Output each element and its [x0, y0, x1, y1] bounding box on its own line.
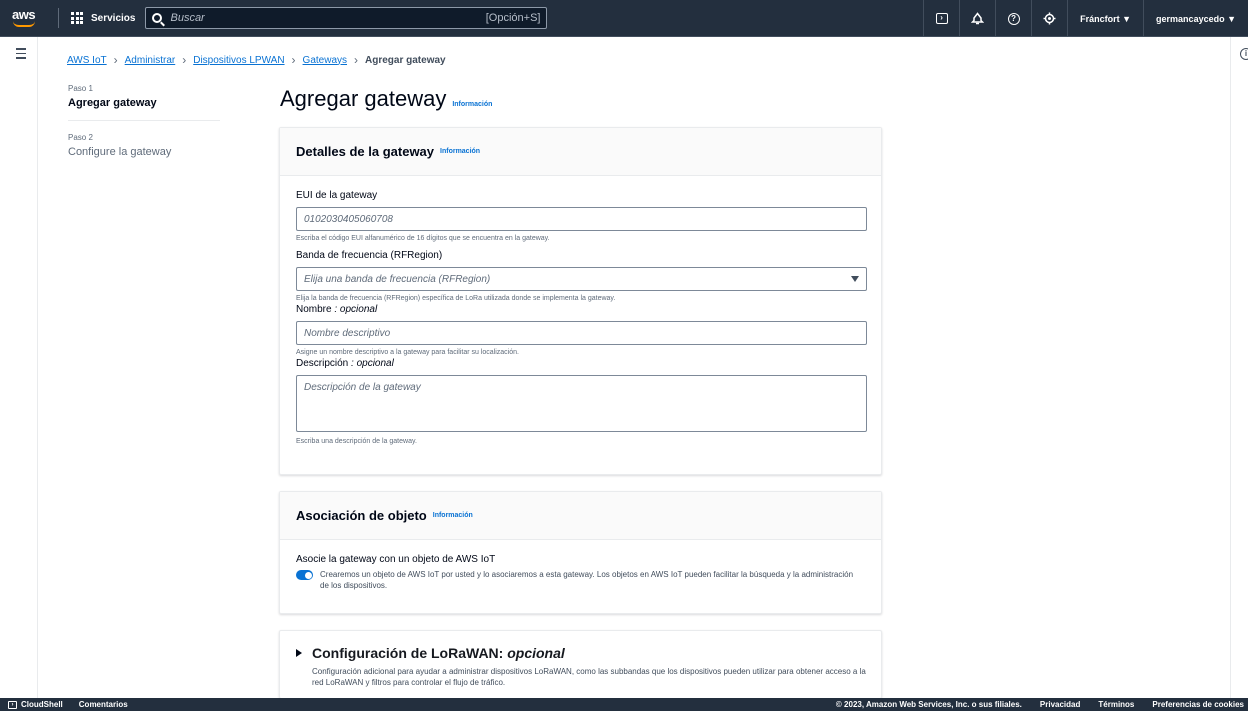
footer: › CloudShell Comentarios © 2023, Amazon … — [0, 698, 1248, 711]
lorawan-config-container: Configuración de LoRaWAN: opcional Confi… — [279, 630, 882, 698]
nav-right-group: › ? Fráncfort ▼ germancaycedo ▼ — [923, 0, 1248, 37]
frequency-label: Banda de frecuencia (RFRegion) — [296, 250, 443, 261]
top-navigation: aws Servicios [Opción+S] › ? Fráncfort ▼… — [0, 0, 1248, 37]
footer-comments-link[interactable]: Comentarios — [79, 700, 128, 709]
chevron-right-icon: › — [113, 53, 118, 67]
settings-button[interactable] — [1031, 0, 1067, 37]
bell-icon — [971, 12, 985, 25]
association-toggle-description: Crearemos un objeto de AWS IoT por usted… — [320, 570, 854, 590]
chevron-right-icon: › — [291, 53, 296, 67]
association-label: Asocie la gateway con un objeto de AWS I… — [296, 554, 496, 565]
step-2-title: Configure la gateway — [68, 146, 172, 158]
chevron-right-icon: › — [182, 53, 187, 67]
footer-terms-link[interactable]: Términos — [1098, 700, 1134, 709]
lorawan-description: Configuración adicional para ayudar a ad… — [312, 667, 866, 687]
help-button[interactable]: ? — [995, 0, 1031, 37]
lorawan-config-body: Configuración de LoRaWAN: opcional Confi… — [280, 631, 881, 700]
services-label: Servicios — [91, 12, 136, 24]
lorawan-expand-toggle[interactable]: Configuración de LoRaWAN: opcional — [296, 645, 865, 661]
page-header: Agregar gateway Información — [280, 86, 492, 112]
wizard-steps: Paso 1 Agregar gateway Paso 2 Configure … — [68, 84, 220, 158]
lorawan-title-text: Configuración de LoRaWAN: — [312, 645, 504, 661]
description-label: Descripción : opcional — [296, 358, 865, 369]
name-label-text: Nombre — [296, 304, 332, 315]
cloudshell-icon: › — [935, 13, 948, 24]
thing-association-header: Asociación de objeto Información — [280, 492, 881, 540]
search-bar[interactable]: [Opción+S] — [145, 7, 548, 29]
footer-cloudshell-label: CloudShell — [21, 700, 63, 709]
lorawan-title: Configuración de LoRaWAN: opcional — [312, 645, 565, 661]
description-textarea[interactable] — [296, 375, 867, 432]
gateway-details-info-link[interactable]: Información — [440, 148, 480, 155]
gateway-details-body: EUI de la gateway Escriba el código EUI … — [280, 176, 881, 457]
aws-logo[interactable]: aws — [12, 7, 38, 29]
frequency-select[interactable]: Elija una banda de frecuencia (RFRegion) — [296, 267, 867, 291]
association-toggle-row: Crearemos un objeto de AWS IoT por usted… — [296, 569, 865, 591]
breadcrumb-lpwan[interactable]: Dispositivos LPWAN — [193, 55, 284, 66]
help-icon: ? — [1007, 12, 1020, 25]
gateway-details-header: Detalles de la gateway Información — [280, 128, 881, 176]
step-divider — [68, 120, 220, 121]
description-optional: : opcional — [351, 358, 394, 369]
footer-cloudshell-button[interactable]: › CloudShell — [8, 700, 63, 709]
aws-smile-icon — [13, 21, 35, 27]
footer-privacy-link[interactable]: Privacidad — [1040, 700, 1080, 709]
caret-right-icon — [296, 649, 302, 657]
chevron-right-icon: › — [354, 53, 359, 67]
cloudshell-icon: › — [8, 700, 17, 709]
thing-association-title: Asociación de objeto — [296, 508, 427, 523]
footer-copyright: © 2023, Amazon Web Services, Inc. o sus … — [835, 700, 1022, 709]
account-menu[interactable]: germancaycedo ▼ — [1143, 0, 1248, 37]
step-1-title: Agregar gateway — [68, 97, 157, 109]
eui-input[interactable] — [296, 207, 867, 231]
search-icon — [152, 13, 163, 23]
frequency-placeholder: Elija una banda de frecuencia (RFRegion) — [304, 273, 491, 285]
association-toggle[interactable] — [296, 570, 313, 580]
lorawan-optional: opcional — [507, 645, 565, 661]
thing-association-container: Asociación de objeto Información Asocie … — [279, 491, 882, 614]
notifications-button[interactable] — [959, 0, 995, 37]
step-1-number: Paso 1 — [68, 84, 93, 93]
thing-association-body: Asocie la gateway con un objeto de AWS I… — [280, 540, 881, 603]
page-info-link[interactable]: Información — [452, 101, 492, 108]
region-selector[interactable]: Fráncfort ▼ — [1067, 0, 1143, 37]
nav-divider — [58, 8, 59, 28]
gateway-details-title: Detalles de la gateway — [296, 144, 435, 159]
frequency-hint: Elija la banda de frecuencia (RFRegion) … — [296, 295, 616, 302]
hamburger-menu-icon[interactable] — [16, 48, 26, 62]
aws-logo-text: aws — [12, 7, 36, 22]
page-title: Agregar gateway — [280, 86, 447, 111]
gear-icon — [1043, 12, 1056, 25]
caret-down-icon — [851, 276, 859, 282]
footer-right-links: © 2023, Amazon Web Services, Inc. o sus … — [836, 700, 1244, 709]
eui-label: EUI de la gateway — [296, 190, 378, 201]
search-shortcut: [Opción+S] — [485, 12, 541, 24]
name-label: Nombre : opcional — [296, 304, 865, 315]
search-input[interactable] — [170, 12, 486, 24]
info-panel-icon[interactable]: i — [1240, 48, 1248, 60]
breadcrumb-gateways[interactable]: Gateways — [303, 55, 347, 66]
breadcrumb-aws-iot[interactable]: AWS IoT — [67, 55, 107, 66]
description-hint: Escriba una descripción de la gateway. — [296, 438, 417, 445]
thing-association-info-link[interactable]: Información — [433, 512, 473, 519]
grid-icon — [71, 12, 83, 24]
description-label-text: Descripción — [296, 358, 349, 369]
name-hint: Asigne un nombre descriptivo a la gatewa… — [296, 349, 519, 356]
footer-cookies-link[interactable]: Preferencias de cookies — [1152, 700, 1244, 709]
left-rail — [0, 37, 38, 698]
breadcrumb-current: Agregar gateway — [365, 54, 446, 66]
name-optional: : opcional — [334, 304, 378, 315]
breadcrumb: AWS IoT › Administrar › Dispositivos LPW… — [67, 53, 446, 67]
services-menu-button[interactable]: Servicios — [71, 12, 135, 24]
cloudshell-button[interactable]: › — [923, 0, 959, 37]
breadcrumb-administrar[interactable]: Administrar — [125, 55, 176, 66]
name-input[interactable] — [296, 321, 867, 345]
right-rail: i — [1230, 37, 1248, 698]
step-2-number: Paso 2 — [68, 133, 93, 142]
gateway-details-container: Detalles de la gateway Información EUI d… — [279, 127, 882, 475]
eui-hint: Escriba el código EUI alfanumérico de 16… — [296, 235, 550, 242]
